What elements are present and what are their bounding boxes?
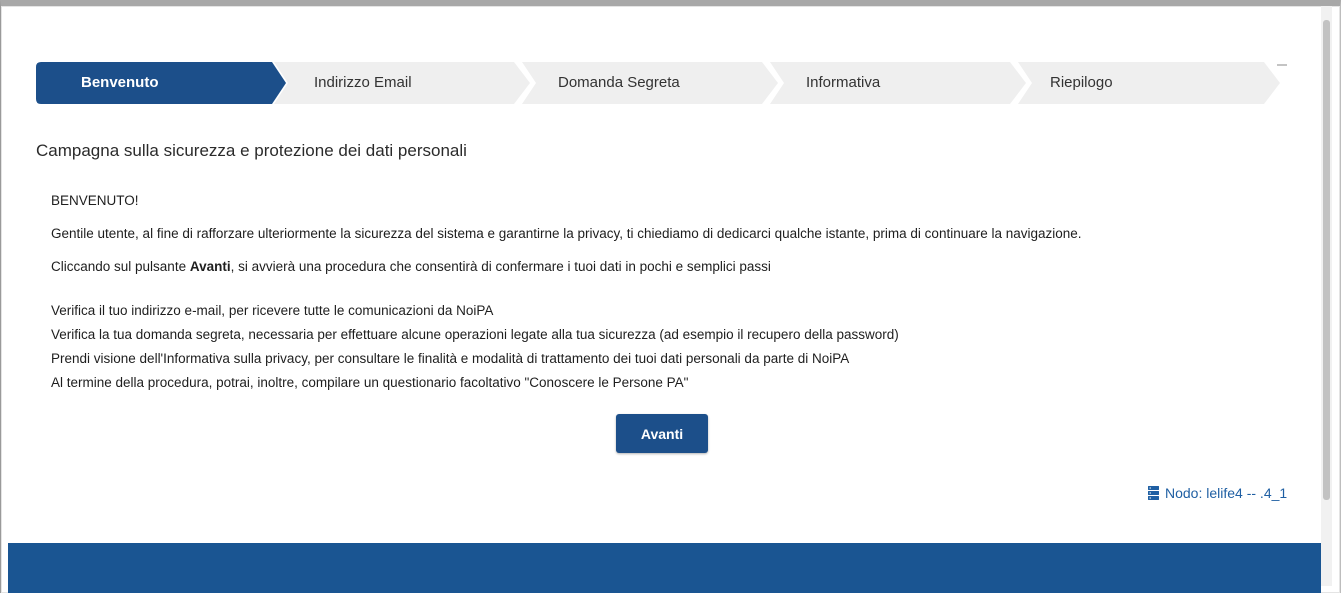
step-riepilogo[interactable]: Riepilogo (1018, 62, 1282, 104)
step-benvenuto[interactable]: Benvenuto (36, 62, 288, 104)
list-item: Verifica il tuo indirizzo e-mail, per ri… (51, 303, 494, 318)
intro-text: Gentile utente, al fine di rafforzare ul… (51, 226, 1082, 241)
wizard-stepper: Benvenuto Indirizzo Email Domanda Segret… (36, 62, 1282, 104)
instruction-bold: Avanti (189, 259, 231, 274)
instruction-text: Cliccando sul pulsante Avanti, si avvier… (51, 259, 771, 274)
page-title: Campagna sulla sicurezza e protezione de… (36, 141, 467, 160)
server-icon (1148, 486, 1159, 500)
step-shape (36, 62, 286, 104)
step-domanda-segreta[interactable]: Domanda Segreta (522, 62, 780, 104)
step-informativa[interactable]: Informativa (770, 62, 1028, 104)
step-label: Informativa (806, 74, 881, 91)
greeting-text: BENVENUTO! (51, 193, 139, 208)
scrollbar-thumb[interactable] (1323, 20, 1330, 500)
node-info: Nodo: lelife4 -- .4_1 (1147, 485, 1287, 501)
list-item: Verifica la tua domanda segreta, necessa… (51, 327, 899, 342)
node-label: Nodo: lelife4 -- .4_1 (1165, 485, 1288, 501)
step-label: Benvenuto (81, 74, 159, 91)
instruction-suffix: , si avvierà una procedura che consentir… (230, 259, 771, 274)
instruction-prefix: Cliccando sul pulsante (51, 259, 190, 274)
vertical-scrollbar[interactable] (1321, 6, 1332, 586)
step-label: Indirizzo Email (314, 74, 412, 91)
list-item: Al termine della procedura, potrai, inol… (51, 375, 689, 390)
list-item: Prendi visione dell'Informativa sulla pr… (51, 351, 850, 366)
step-indirizzo-email[interactable]: Indirizzo Email (274, 62, 532, 104)
step-label: Domanda Segreta (558, 74, 680, 91)
step-label: Riepilogo (1050, 74, 1113, 91)
avanti-button[interactable]: Avanti (616, 414, 708, 453)
minimize-dash-icon[interactable] (1277, 64, 1287, 66)
footer-bar (8, 543, 1321, 593)
